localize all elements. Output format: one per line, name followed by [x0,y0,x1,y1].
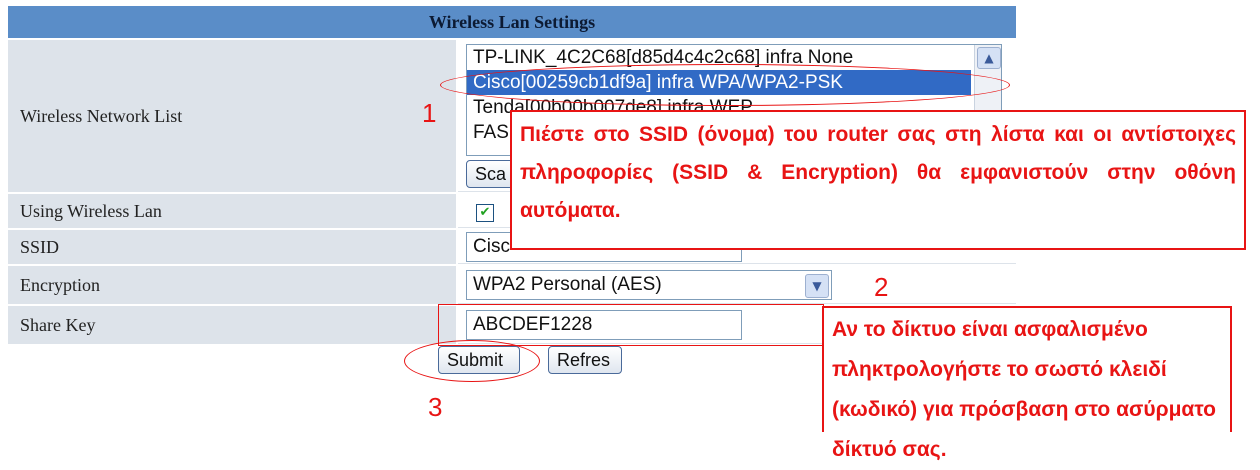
label-using-wireless-lan: Using Wireless Lan [8,194,456,228]
encryption-select[interactable]: WPA2 Personal (AES) ▼ [466,270,832,300]
step-number-1: 1 [422,98,437,128]
scan-button[interactable]: Sca [466,160,514,188]
scroll-up-icon[interactable]: ▲ [977,47,1001,69]
label-ssid: SSID [8,230,456,264]
refresh-button[interactable]: Refres [548,346,622,374]
label-encryption: Encryption [8,266,456,304]
panel-title: Wireless Lan Settings [8,6,1016,38]
wireless-lan-settings-panel: Wireless Lan Settings Wireless Network L… [0,0,1260,461]
using-wireless-lan-checkbox[interactable]: ✔ [476,204,494,222]
callout-share-key: Αν το δίκτυο είναι ασφαλισμένο πληκτρολο… [822,306,1232,461]
label-share-key: Share Key [8,306,456,344]
chevron-down-icon[interactable]: ▼ [805,274,829,298]
highlight-oval-network [440,64,1010,106]
callout-select-ssid: Πιέστε στο SSID (όνομα) του router σας σ… [510,110,1246,250]
highlight-oval-submit [404,340,540,382]
highlight-rect-share-key [438,304,824,346]
label-wireless-network-list: Wireless Network List [8,40,456,192]
step-number-3: 3 [428,392,443,422]
step-number-2: 2 [874,272,889,302]
encryption-value: WPA2 Personal (AES) [473,274,662,295]
